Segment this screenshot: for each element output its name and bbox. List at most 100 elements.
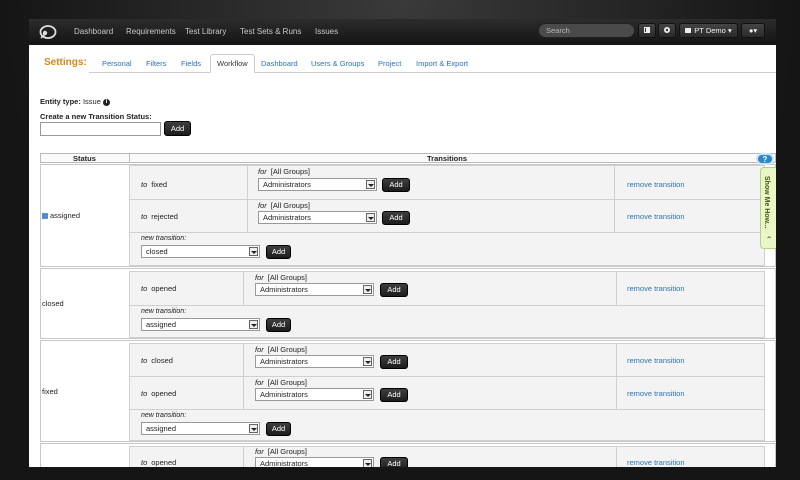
to-status: closed — [151, 356, 173, 365]
remove-transition-link[interactable]: remove transition — [627, 356, 685, 365]
chevron-down-icon — [366, 213, 375, 222]
to-status: opened — [151, 458, 177, 467]
status-group-next: to opened for [All Groups] Administrators … — [40, 443, 776, 467]
add-group-button[interactable]: Add — [382, 211, 410, 225]
new-transition-value: assigned — [146, 424, 177, 433]
group-select[interactable]: Administrators — [255, 283, 374, 296]
chevron-down-icon — [363, 390, 372, 399]
row-divider — [614, 166, 615, 199]
add-group-button[interactable]: Add — [380, 355, 408, 369]
remove-transition-link[interactable]: remove transition — [627, 389, 685, 398]
for-groups: [All Groups] — [270, 201, 310, 210]
tab-fields[interactable]: Fields — [181, 59, 201, 68]
add-transition-button[interactable]: Add — [266, 422, 291, 436]
for-label: for — [258, 201, 267, 210]
app-screen: Dashboard Requirements Test Library Test… — [29, 19, 776, 467]
new-transition-value: closed — [146, 247, 168, 256]
settings-button[interactable] — [658, 23, 676, 38]
row-divider — [616, 272, 617, 305]
status-group-assigned: assigned to fixed for [All Groups] Adminis… — [40, 164, 776, 267]
show-me-how-tab[interactable]: Show Me How... ‹ — [760, 167, 776, 249]
group-select[interactable]: Administrators — [255, 355, 374, 368]
status-label: assigned — [50, 211, 81, 220]
tabs-divider — [89, 72, 776, 73]
book-button[interactable] — [638, 23, 656, 38]
group-select[interactable]: Administrators — [255, 457, 374, 467]
transition-to: to opened — [141, 389, 176, 398]
add-group-button[interactable]: Add — [380, 388, 408, 402]
to-label: to — [141, 356, 148, 365]
transition-to: to rejected — [141, 212, 178, 221]
new-transition-label: new transition: — [141, 412, 187, 419]
nav-test-sets-runs[interactable]: Test Sets & Runs — [240, 27, 301, 36]
chevron-down-icon: ▾ — [753, 26, 758, 35]
nav-requirements[interactable]: Requirements — [126, 27, 176, 36]
group-select[interactable]: Administrators — [255, 388, 374, 401]
tab-users-groups[interactable]: Users & Groups — [311, 59, 364, 68]
tab-filters[interactable]: Filters — [146, 59, 166, 68]
folder-icon — [685, 28, 692, 33]
search-input[interactable]: Search — [538, 23, 635, 38]
nav-issues[interactable]: Issues — [315, 27, 338, 36]
group-select[interactable]: Administrators — [258, 178, 377, 191]
tab-personal[interactable]: Personal — [102, 59, 132, 68]
create-status-add-button[interactable]: Add — [164, 121, 191, 136]
add-group-button[interactable]: Add — [380, 457, 408, 467]
show-me-how-label: Show Me How... — [763, 176, 770, 229]
nav-test-library[interactable]: Test Library — [185, 27, 226, 36]
transition-row: to rejected for [All Groups] Administrator… — [130, 200, 764, 233]
app-logo-icon[interactable] — [39, 24, 57, 40]
remove-transition-link[interactable]: remove transition — [627, 284, 685, 293]
row-divider — [247, 200, 248, 232]
group-select[interactable]: Administrators — [258, 211, 377, 224]
nav-dashboard[interactable]: Dashboard — [74, 27, 113, 36]
new-status-input[interactable] — [40, 122, 161, 136]
to-label: to — [141, 389, 148, 398]
transition-to: to fixed — [141, 180, 167, 189]
add-transition-button[interactable]: Add — [266, 245, 291, 259]
create-status-label: Create a new Transition Status: — [40, 112, 152, 121]
row-divider — [247, 166, 248, 199]
user-menu-button[interactable]: ●▾ — [741, 23, 765, 38]
info-icon[interactable]: i — [102, 98, 110, 106]
group-select-value: Administrators — [260, 390, 308, 399]
new-transition-select[interactable]: closed — [141, 245, 260, 258]
tab-workflow[interactable]: Workflow — [210, 54, 255, 73]
group-select-value: Administrators — [263, 180, 311, 189]
row-divider — [616, 377, 617, 409]
chevron-down-icon — [366, 180, 375, 189]
add-group-button[interactable]: Add — [382, 178, 410, 192]
transition-row: to opened for [All Groups] Administrators … — [130, 272, 764, 306]
row-divider — [243, 377, 244, 409]
remove-transition-link[interactable]: remove transition — [627, 180, 685, 189]
project-selector[interactable]: PT Demo ▾ — [679, 23, 738, 38]
chevron-down-icon — [363, 459, 372, 467]
transition-for: for [All Groups] — [255, 345, 307, 354]
tab-import-export[interactable]: Import & Export — [416, 59, 468, 68]
remove-transition-link[interactable]: remove transition — [627, 458, 685, 467]
group-select-value: Administrators — [260, 285, 308, 294]
new-transition-select[interactable]: assigned — [141, 318, 260, 331]
chevron-down-icon — [249, 320, 258, 329]
row-divider — [243, 272, 244, 305]
transition-for: for [All Groups] — [255, 378, 307, 387]
transitions-panel: to opened for [All Groups] Administrators … — [129, 271, 765, 338]
status-group-fixed: fixed to closed for [All Groups] Administr… — [40, 340, 776, 442]
tab-dashboard[interactable]: Dashboard — [261, 59, 298, 68]
for-groups: [All Groups] — [267, 378, 307, 387]
to-label: to — [141, 180, 148, 189]
status-name[interactable]: fixed — [42, 387, 58, 396]
transition-to: to closed — [141, 356, 173, 365]
status-name[interactable]: closed — [42, 299, 64, 308]
transition-row: to opened for [All Groups] Administrators … — [130, 377, 764, 410]
add-transition-button[interactable]: Add — [266, 318, 291, 332]
edit-icon[interactable] — [42, 213, 48, 220]
new-transition-select[interactable]: assigned — [141, 422, 260, 435]
remove-transition-link[interactable]: remove transition — [627, 212, 685, 221]
status-name[interactable]: assigned — [42, 211, 80, 220]
add-group-button[interactable]: Add — [380, 283, 408, 297]
transition-row: to opened for [All Groups] Administrators … — [130, 447, 764, 467]
transition-row: to fixed for [All Groups] Administrators A… — [130, 166, 764, 200]
help-question-button[interactable]: ? — [756, 153, 774, 165]
tab-project[interactable]: Project — [378, 59, 401, 68]
